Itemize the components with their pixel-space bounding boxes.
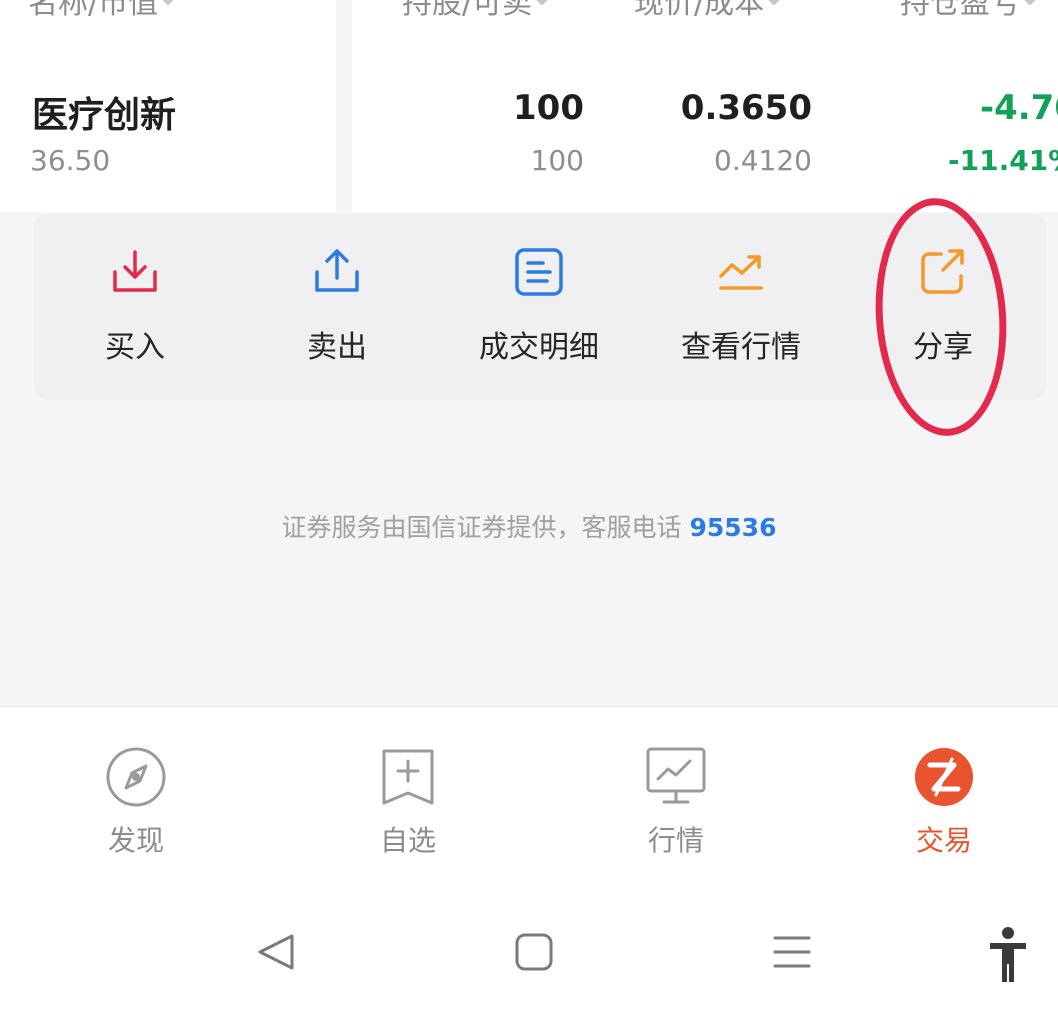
document-list-icon [515, 248, 563, 296]
view-quote-label: 查看行情 [681, 330, 801, 365]
current-price: 0.3650 [680, 88, 812, 128]
buy-label: 买入 [105, 330, 165, 365]
column-header-price[interactable]: 现价/成本 [634, 0, 780, 22]
tab-watchlist[interactable]: 自选 [308, 707, 508, 887]
shares-available: 100 [530, 144, 584, 177]
cost-price: 0.4120 [714, 144, 812, 177]
tab-trade[interactable]: 交易 [844, 707, 1044, 887]
tab-discover[interactable]: 发现 [36, 707, 236, 887]
sort-icon [1024, 0, 1036, 6]
trade-details-button[interactable]: 成交明细 [438, 214, 640, 400]
upload-tray-icon [315, 249, 359, 292]
download-tray-icon [113, 250, 157, 292]
bookmark-plus-icon [382, 749, 434, 805]
column-header-name[interactable]: 名称/市值 [28, 0, 174, 22]
trade-details-label: 成交明细 [479, 330, 599, 365]
trend-chart-icon [719, 255, 763, 290]
service-notice: 证券服务由国信证券提供，客服电话 95536 [281, 513, 777, 542]
monitor-chart-icon [646, 747, 706, 804]
column-header-pnl[interactable]: 持仓盈亏 [900, 0, 1036, 22]
trade-logo-icon [915, 748, 973, 806]
page: 名称/市值 持股/可卖 现价/成本 持仓盈亏 医疗创新 36.50 100 10… [0, 0, 1058, 1020]
back-icon[interactable] [256, 922, 296, 982]
sort-icon [536, 0, 548, 6]
tab-discover-label: 发现 [107, 824, 164, 857]
pnl-amount: -4.70 [980, 88, 1058, 128]
market-value: 36.50 [30, 144, 111, 177]
compass-icon [106, 747, 166, 807]
home-icon[interactable] [514, 922, 554, 982]
tab-market[interactable]: 行情 [576, 707, 776, 887]
tab-trade-label: 交易 [915, 824, 972, 857]
accessibility-icon[interactable] [986, 926, 1030, 986]
tab-market-label: 行情 [647, 824, 704, 857]
sort-icon [162, 0, 174, 6]
sell-button[interactable]: 卖出 [236, 214, 438, 400]
sell-label: 卖出 [307, 330, 367, 365]
buy-button[interactable]: 买入 [34, 214, 236, 400]
system-navigation-bar [0, 886, 1058, 1020]
recent-apps-icon[interactable] [772, 922, 812, 982]
stock-name: 医疗创新 [32, 95, 177, 136]
view-quote-button[interactable]: 查看行情 [640, 214, 842, 400]
shares-held: 100 [513, 88, 584, 128]
tab-watchlist-label: 自选 [379, 824, 436, 857]
column-header-shares[interactable]: 持股/可卖 [402, 0, 548, 22]
sort-icon [768, 0, 780, 6]
pnl-percent: -11.41% [948, 144, 1058, 177]
bottom-tab-bar: 发现 自选 行情 交易 [0, 706, 1058, 887]
service-phone-link[interactable]: 95536 [689, 513, 776, 542]
